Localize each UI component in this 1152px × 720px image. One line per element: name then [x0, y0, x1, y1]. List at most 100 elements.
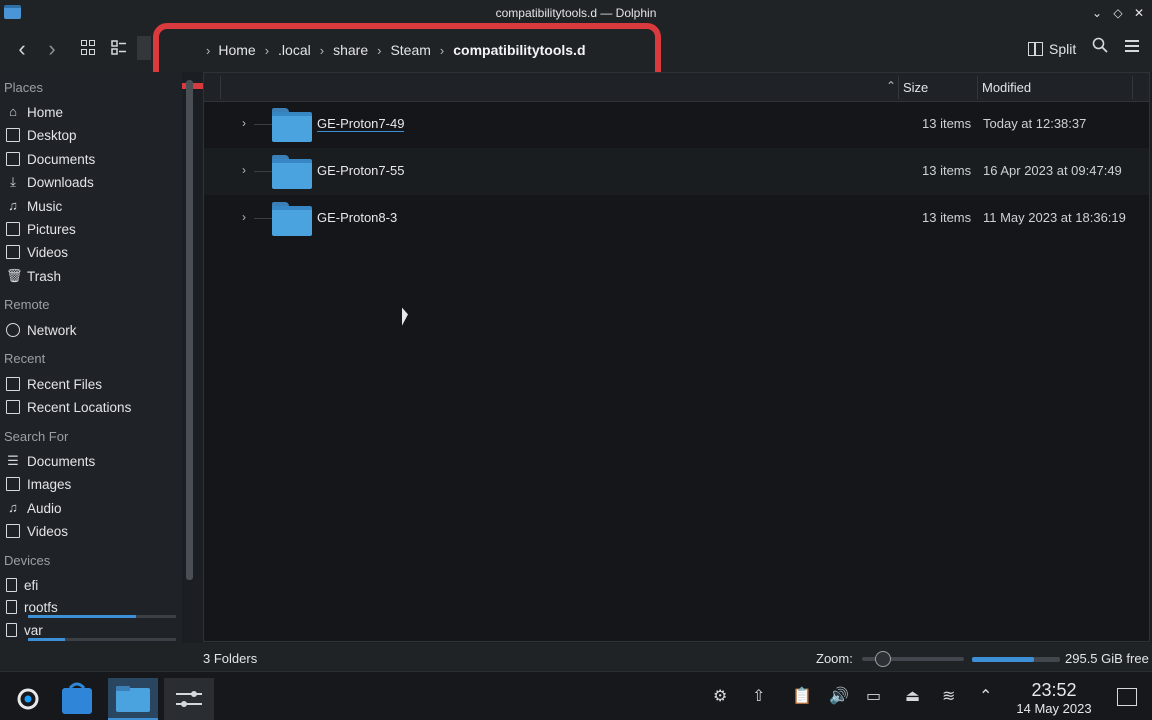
- sort-ascending-icon[interactable]: ⌃: [886, 79, 896, 93]
- sidebar-item-search-images[interactable]: Images: [6, 473, 71, 495]
- documents-icon: [6, 152, 20, 166]
- sidebar-item-label: Downloads: [27, 174, 94, 190]
- file-size: 13 items: [922, 116, 972, 131]
- file-modified: 11 May 2023 at 18:36:19: [983, 210, 1126, 225]
- system-settings-icon[interactable]: [164, 678, 214, 720]
- details-view-icon[interactable]: [137, 36, 151, 60]
- close-icon[interactable]: ✕: [1130, 3, 1148, 23]
- trash-icon: 🗑: [6, 268, 23, 283]
- file-modified: Today at 12:38:37: [983, 116, 1087, 131]
- sidebar-item-label: rootfs: [24, 599, 58, 615]
- sidebar-item-label: Desktop: [27, 127, 77, 143]
- column-size[interactable]: Size: [903, 80, 928, 95]
- dolphin-taskbar-icon[interactable]: [108, 678, 158, 720]
- drive-icon: [6, 623, 17, 637]
- battery-icon[interactable]: ▭: [866, 686, 881, 706]
- icons-view-icon[interactable]: [81, 40, 97, 56]
- file-view: ⌃ Size Modified › GE-Proton7-49 13 items…: [203, 72, 1150, 642]
- sidebar-item-network[interactable]: Network: [6, 319, 77, 341]
- compact-view-icon[interactable]: [111, 40, 127, 56]
- clock[interactable]: 23:52 14 May 2023: [1008, 680, 1100, 716]
- sidebar-item-recent-files[interactable]: Recent Files: [6, 373, 102, 395]
- zoom-slider-handle[interactable]: [875, 651, 891, 667]
- sidebar-item-label: Documents: [27, 151, 96, 167]
- tray-expand-icon[interactable]: ⌃: [979, 686, 992, 706]
- sidebar-item-downloads[interactable]: ⤓ Downloads: [6, 171, 94, 193]
- column-divider: [1132, 76, 1133, 99]
- folder-icon: [272, 202, 312, 236]
- table-row[interactable]: › GE-Proton7-55 13 items 16 Apr 2023 at …: [204, 148, 1149, 195]
- taskbar: ⚙ ⇧ 📋 🔊 ▭ ⏏ ≋ ⌃ 23:52 14 May 2023: [0, 671, 1152, 720]
- removable-device-icon[interactable]: ⏏: [905, 686, 920, 706]
- sidebar-scrollbar[interactable]: [186, 80, 193, 580]
- sidebar-item-label: efi: [24, 577, 39, 593]
- table-row[interactable]: › GE-Proton8-3 13 items 11 May 2023 at 1…: [204, 195, 1149, 242]
- file-name: GE-Proton7-49: [317, 116, 405, 132]
- minimize-icon[interactable]: ⌄: [1088, 3, 1106, 23]
- free-space-bar: [972, 657, 1060, 662]
- kde-connect-icon[interactable]: ⚙: [713, 686, 727, 706]
- forward-icon[interactable]: ›: [42, 36, 62, 62]
- home-icon: ⌂: [9, 104, 17, 119]
- sidebar-item-recent-locations[interactable]: Recent Locations: [6, 396, 131, 418]
- file-size: 13 items: [922, 163, 972, 178]
- music-icon: ♫: [8, 198, 18, 213]
- tree-line: [254, 124, 272, 125]
- hamburger-menu-icon[interactable]: [1122, 36, 1142, 62]
- sidebar-item-label: Images: [27, 476, 72, 492]
- file-size: 13 items: [922, 210, 972, 225]
- clock-date: 14 May 2023: [1016, 701, 1092, 716]
- sidebar-item-search-audio[interactable]: ♫ Audio: [6, 497, 61, 519]
- expand-arrow-icon[interactable]: ›: [242, 163, 246, 177]
- table-row[interactable]: › GE-Proton7-49 13 items Today at 12:38:…: [204, 101, 1149, 148]
- show-desktop-icon[interactable]: [1117, 688, 1137, 706]
- sidebar-item-desktop[interactable]: Desktop: [6, 124, 77, 146]
- rootfs-usage-fill: [28, 615, 137, 618]
- column-divider: [898, 76, 899, 99]
- var-usage-fill: [28, 638, 65, 641]
- discover-store-icon[interactable]: [52, 678, 102, 720]
- sidebar-item-label: Videos: [27, 244, 69, 260]
- devices-section-title: Devices: [4, 553, 51, 568]
- back-icon[interactable]: ‹: [12, 36, 32, 62]
- column-modified[interactable]: Modified: [982, 80, 1031, 95]
- clock-time: 23:52: [1031, 680, 1077, 700]
- sidebar-item-search-documents[interactable]: ☰ Documents: [6, 450, 95, 472]
- sidebar-item-trash[interactable]: 🗑 Trash: [6, 265, 61, 287]
- column-header: ⌃ Size Modified: [204, 73, 1149, 102]
- volume-icon[interactable]: 🔊: [829, 686, 849, 706]
- tree-line: [254, 218, 272, 219]
- sidebar-item-music[interactable]: ♫ Music: [6, 195, 62, 217]
- update-notifier-icon[interactable]: ⇧: [752, 686, 765, 706]
- maximize-icon[interactable]: ◇: [1109, 3, 1127, 23]
- videos-icon: [6, 245, 20, 259]
- file-modified: 16 Apr 2023 at 09:47:49: [983, 163, 1122, 178]
- sidebar-item-label: Music: [27, 198, 63, 214]
- app-launcher-icon[interactable]: [4, 678, 54, 720]
- sidebar-item-label: Pictures: [27, 221, 76, 237]
- sidebar-item-efi[interactable]: efi: [6, 574, 38, 596]
- sidebar-item-label: Documents: [27, 453, 96, 469]
- places-panel: Places ⌂ Home Desktop Documents ⤓ Downlo…: [0, 72, 182, 672]
- sidebar-item-label: Recent Files: [27, 376, 103, 392]
- expand-arrow-icon[interactable]: ›: [242, 116, 246, 130]
- expand-arrow-icon[interactable]: ›: [242, 210, 246, 224]
- documents-icon: ☰: [7, 453, 19, 468]
- mouse-cursor-icon: [402, 307, 408, 329]
- split-button[interactable]: Split: [1028, 36, 1076, 62]
- sidebar-item-home[interactable]: ⌂ Home: [6, 101, 63, 123]
- sidebar-item-videos[interactable]: Videos: [6, 241, 68, 263]
- column-divider: [220, 76, 221, 99]
- wifi-icon[interactable]: ≋: [942, 686, 955, 706]
- file-name: GE-Proton8-3: [317, 210, 398, 225]
- sidebar-item-pictures[interactable]: Pictures: [6, 218, 76, 240]
- clipboard-icon[interactable]: 📋: [792, 686, 812, 706]
- sidebar-item-search-videos[interactable]: Videos: [6, 520, 68, 542]
- sidebar-item-documents[interactable]: Documents: [6, 148, 95, 170]
- file-name: GE-Proton7-55: [317, 163, 405, 178]
- window-title: compatibilitytools.d — Dolphin: [495, 6, 657, 20]
- tree-line: [254, 171, 272, 172]
- free-space-fill: [972, 657, 1034, 662]
- search-icon[interactable]: [1090, 36, 1110, 62]
- desktop-icon: [6, 128, 20, 142]
